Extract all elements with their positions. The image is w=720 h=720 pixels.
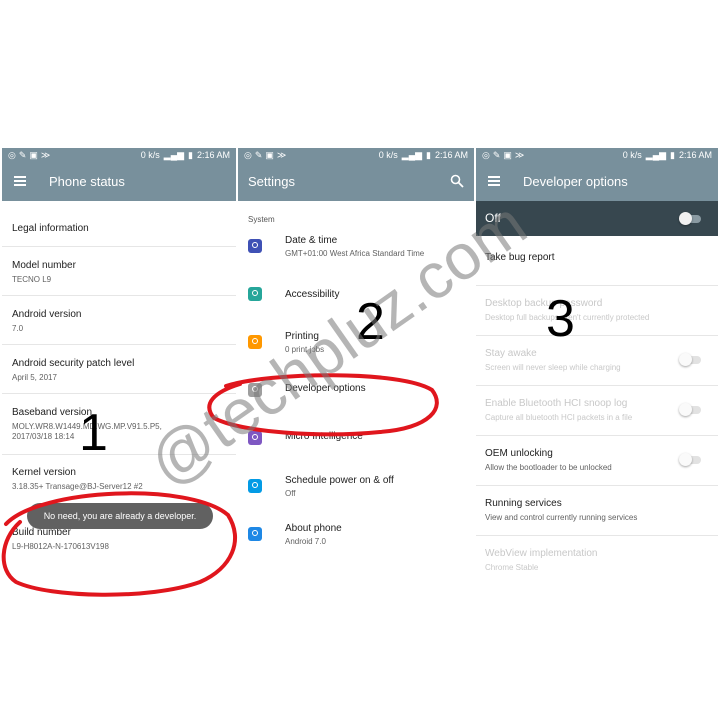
build-number-circle	[1, 491, 238, 597]
step-number-3: 3	[546, 290, 575, 348]
step-number-1: 1	[79, 404, 108, 462]
